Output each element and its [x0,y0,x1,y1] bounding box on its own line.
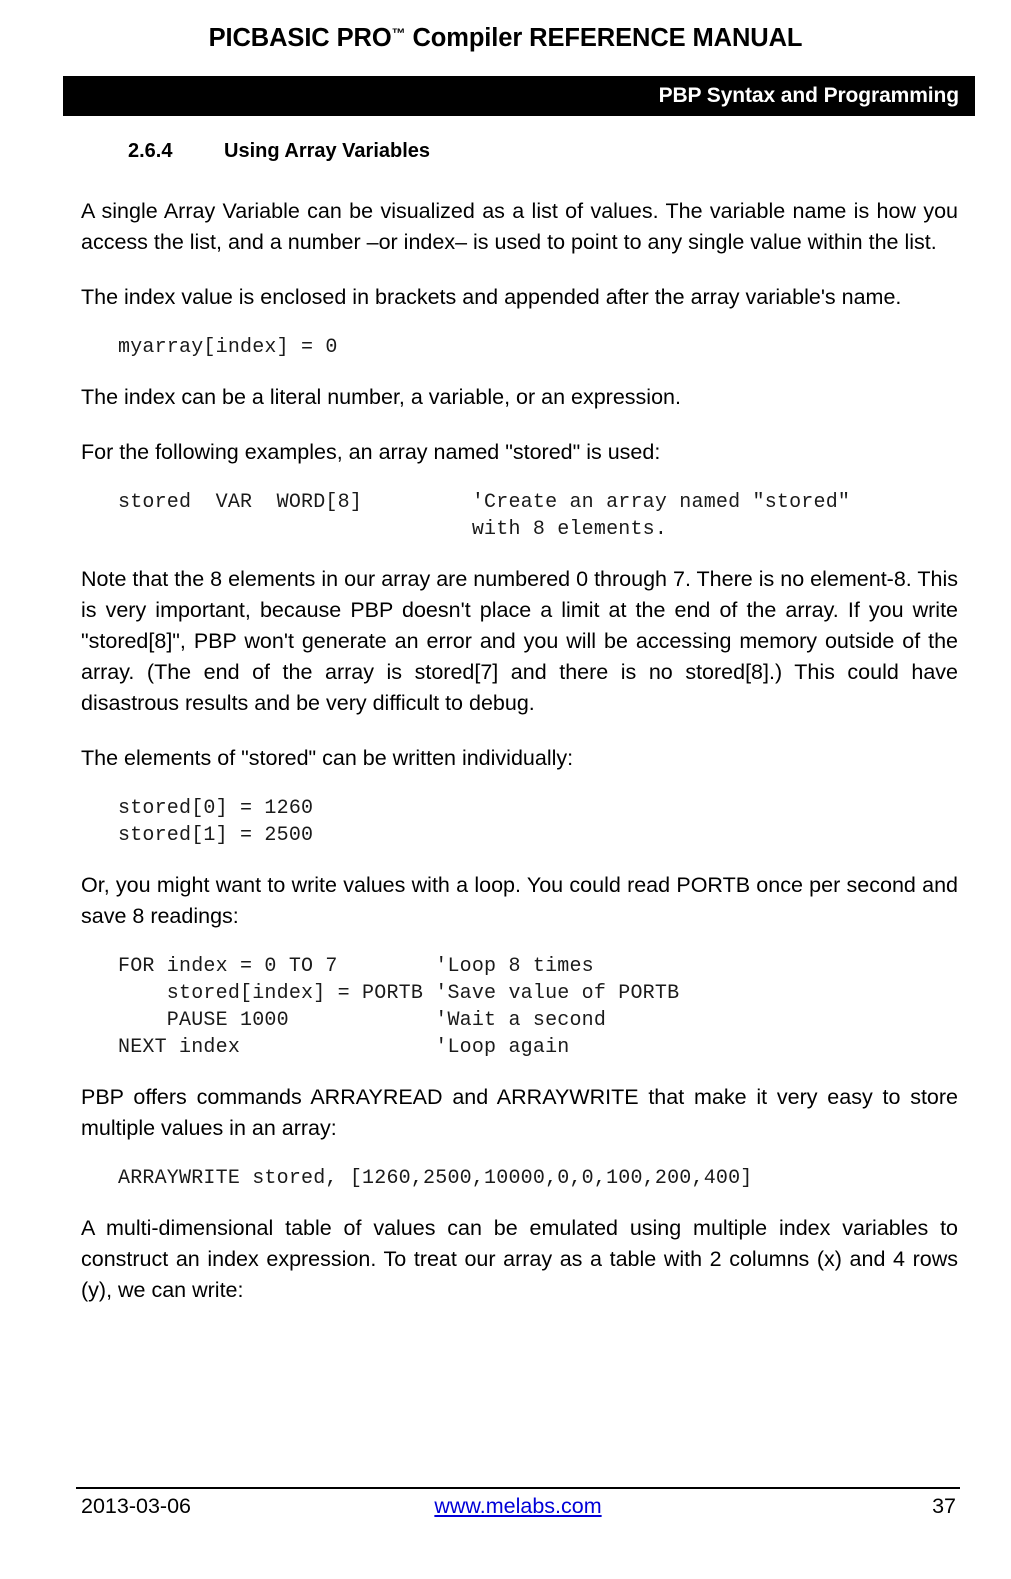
content-column: A single Array Variable can be visualize… [81,196,958,1306]
paragraph-2: The index value is enclosed in brackets … [81,285,902,309]
page-title-main: PICBASIC PRO [208,24,392,52]
code-block-myarray: myarray[index] = 0 [118,336,338,359]
document-page: PICBASIC PRO™ Compiler REFERENCE MANUAL … [0,0,1011,1579]
paragraph-3: The index can be a literal number, a var… [81,385,681,409]
page-title: PICBASIC PRO™ Compiler REFERENCE MANUAL [0,24,1011,53]
code-block-for-loop: FOR index = 0 TO 7 'Loop 8 times stored[… [118,955,680,1059]
section-banner: PBP Syntax and Programming [63,76,975,116]
page-footer: 2013-03-06 www.melabs.com 37 [76,1494,960,1534]
paragraph-8: PBP offers commands ARRAYREAD and ARRAYW… [81,1085,958,1140]
paragraph-4: For the following examples, an array nam… [81,440,661,464]
code-block-element-assign: stored[0] = 1260 stored[1] = 2500 [118,797,314,847]
paragraph-6: The elements of "stored" can be written … [81,746,574,770]
section-number: 2.6.4 [128,140,173,162]
paragraph-5: Note that the 8 elements in our array ar… [81,567,958,715]
section-heading: 2.6.4 Using Array Variables [128,140,430,163]
footer-website-link-text[interactable]: www.melabs.com [434,1494,601,1518]
section-title: Using Array Variables [224,140,431,162]
code-block-var-declaration: stored VAR WORD[8] 'Create an array name… [118,491,851,541]
section-banner-label: PBP Syntax and Programming [658,84,960,107]
footer-divider [76,1487,960,1489]
footer-page-number: 37 [932,1494,956,1518]
paragraph-7: Or, you might want to write values with … [81,873,958,928]
footer-website-link[interactable]: www.melabs.com [76,1494,960,1519]
code-block-arraywrite: ARRAYWRITE stored, [1260,2500,10000,0,0,… [118,1167,753,1190]
page-title-rest: Compiler REFERENCE MANUAL [405,24,803,52]
paragraph-1: A single Array Variable can be visualize… [81,199,958,254]
paragraph-9: A multi-dimensional table of values can … [81,1216,958,1302]
trademark-symbol: ™ [391,25,406,41]
